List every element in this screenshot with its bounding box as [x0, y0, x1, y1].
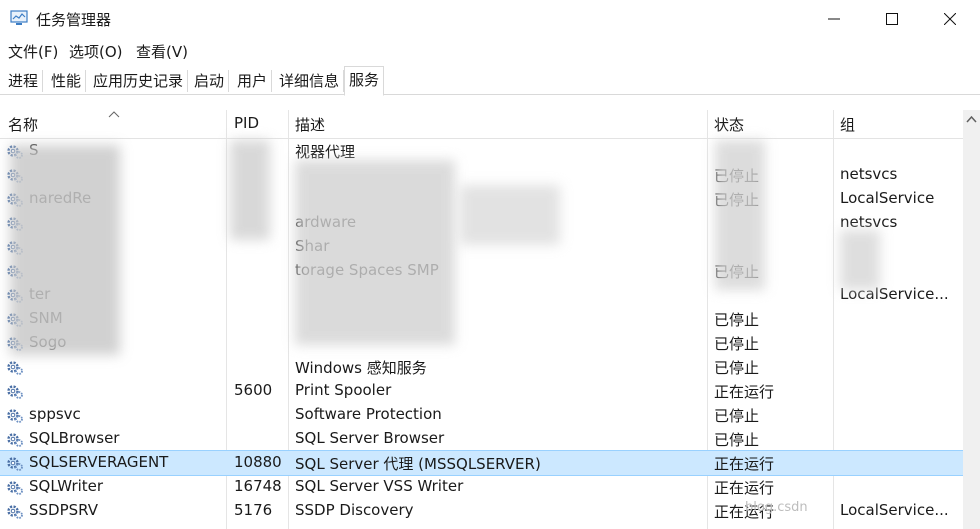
cell-group: LocalService...: [840, 501, 949, 519]
redaction-blur: [10, 145, 120, 355]
cell-group: LocalService: [840, 189, 935, 207]
maximize-icon: [886, 13, 898, 25]
cell-description: SQL Server 代理 (MSSQLSERVER): [295, 455, 541, 473]
sort-ascending-icon: [108, 111, 120, 118]
tab-users[interactable]: 用户: [233, 70, 273, 92]
table-row[interactable]: torage Spaces SMP已停止: [0, 259, 963, 283]
table-header: 名称 PID 描述 状态 组: [0, 110, 963, 139]
column-header-name[interactable]: 名称: [8, 114, 38, 135]
column-header-description[interactable]: 描述: [295, 114, 325, 135]
watermark: blog.csdn: [745, 500, 808, 515]
table-row[interactable]: SQLWriter 16748 SQL Server VSS Writer 正在运行: [0, 475, 963, 499]
task-manager-icon: [10, 10, 28, 25]
table-row[interactable]: sppsvc Software Protection 已停止: [0, 403, 963, 427]
cell-name: SQLBrowser: [29, 429, 120, 447]
table-row[interactable]: SSDPSRV 5176 SSDP Discovery 正在运行 LocalServic…: [0, 499, 963, 523]
window-title: 任务管理器: [36, 11, 112, 29]
menu-options[interactable]: 选项(O): [69, 41, 123, 62]
cell-description: Windows 感知服务: [295, 359, 427, 377]
cell-description: Print Spooler: [295, 381, 392, 399]
service-gear-icon: [6, 502, 24, 520]
cell-group: netsvcs: [840, 165, 898, 183]
cell-status: 正在运行: [714, 455, 775, 473]
redaction-blur: [715, 140, 765, 290]
tab-performance[interactable]: 性能: [47, 70, 87, 92]
redaction-blur: [295, 160, 455, 345]
table-row[interactable]: terLocalService...: [0, 283, 963, 307]
cell-name: SQLSERVERAGENT: [29, 453, 169, 471]
service-gear-icon: [6, 478, 24, 496]
service-gear-icon: [6, 382, 24, 400]
cell-description: SQL Server VSS Writer: [295, 477, 464, 495]
cell-status: 已停止: [714, 335, 760, 353]
cell-status: 已停止: [714, 311, 760, 329]
service-gear-icon: [6, 406, 24, 424]
redaction-blur: [840, 230, 880, 290]
close-icon: [944, 13, 956, 25]
table-row[interactable]: Sogo已停止: [0, 331, 963, 355]
tab-app-history[interactable]: 应用历史记录: [89, 70, 189, 92]
table-row[interactable]: S视器代理: [0, 139, 963, 163]
cell-status: 正在运行: [714, 479, 775, 497]
cell-pid: 5176: [234, 501, 273, 519]
cell-status: 已停止: [714, 407, 760, 425]
cell-name: SSDPSRV: [29, 501, 99, 519]
scroll-up-icon[interactable]: [963, 114, 980, 126]
minimize-button[interactable]: [805, 0, 863, 38]
column-header-group[interactable]: 组: [840, 114, 855, 135]
cell-description: SSDP Discovery: [295, 501, 414, 519]
cell-status: 已停止: [714, 431, 760, 449]
cell-name: SQLWriter: [29, 477, 104, 495]
cell-pid: 5600: [234, 381, 273, 399]
cell-status: 已停止: [714, 359, 760, 377]
menu-file[interactable]: 文件(F): [8, 41, 58, 62]
tab-bar: 进程 性能 应用历史记录 启动 用户 详细信息 服务: [0, 66, 980, 96]
cell-pid: 16748: [234, 477, 282, 495]
table-row[interactable]: SQLSERVERAGENT 10880 SQL Server 代理 (MSSQLS…: [0, 450, 964, 476]
service-gear-icon: [6, 430, 24, 448]
cell-pid: 10880: [234, 453, 282, 471]
cell-group: netsvcs: [840, 213, 898, 231]
cell-description: SQL Server Browser: [295, 429, 445, 447]
cell-description: 视器代理: [295, 143, 356, 161]
tab-services[interactable]: 服务: [344, 66, 385, 96]
table-row[interactable]: Windows 感知服务 已停止: [0, 355, 963, 379]
minimize-icon: [828, 18, 840, 20]
tab-processes[interactable]: 进程: [4, 70, 44, 92]
menu-bar: 文件(F) 选项(O) 查看(V): [0, 38, 980, 64]
column-header-status[interactable]: 状态: [714, 114, 744, 135]
column-header-pid[interactable]: PID: [234, 114, 259, 132]
service-gear-icon: [6, 358, 24, 376]
vertical-scrollbar[interactable]: [963, 110, 980, 529]
tab-details[interactable]: 详细信息: [275, 70, 345, 92]
services-table: 名称 PID 描述 状态 组 S视器代理已停止netsvcsnaredRe已停止…: [0, 110, 980, 529]
table-row[interactable]: SNM已停止: [0, 307, 963, 331]
table-row[interactable]: 5600 Print Spooler 正在运行: [0, 379, 963, 403]
cell-status: 正在运行: [714, 383, 775, 401]
close-button[interactable]: [921, 0, 979, 38]
tab-startup[interactable]: 启动: [190, 70, 230, 92]
maximize-button[interactable]: [863, 0, 921, 38]
redaction-blur: [230, 140, 270, 240]
service-gear-icon: [6, 454, 24, 472]
cell-description: Software Protection: [295, 405, 442, 423]
menu-view[interactable]: 查看(V): [136, 41, 188, 62]
title-bar: 任务管理器: [0, 0, 980, 38]
cell-name: sppsvc: [29, 405, 81, 423]
redaction-blur: [460, 185, 560, 245]
table-row[interactable]: SQLBrowser SQL Server Browser 已停止: [0, 427, 963, 451]
table-row[interactable]: 已停止netsvcs: [0, 163, 963, 187]
